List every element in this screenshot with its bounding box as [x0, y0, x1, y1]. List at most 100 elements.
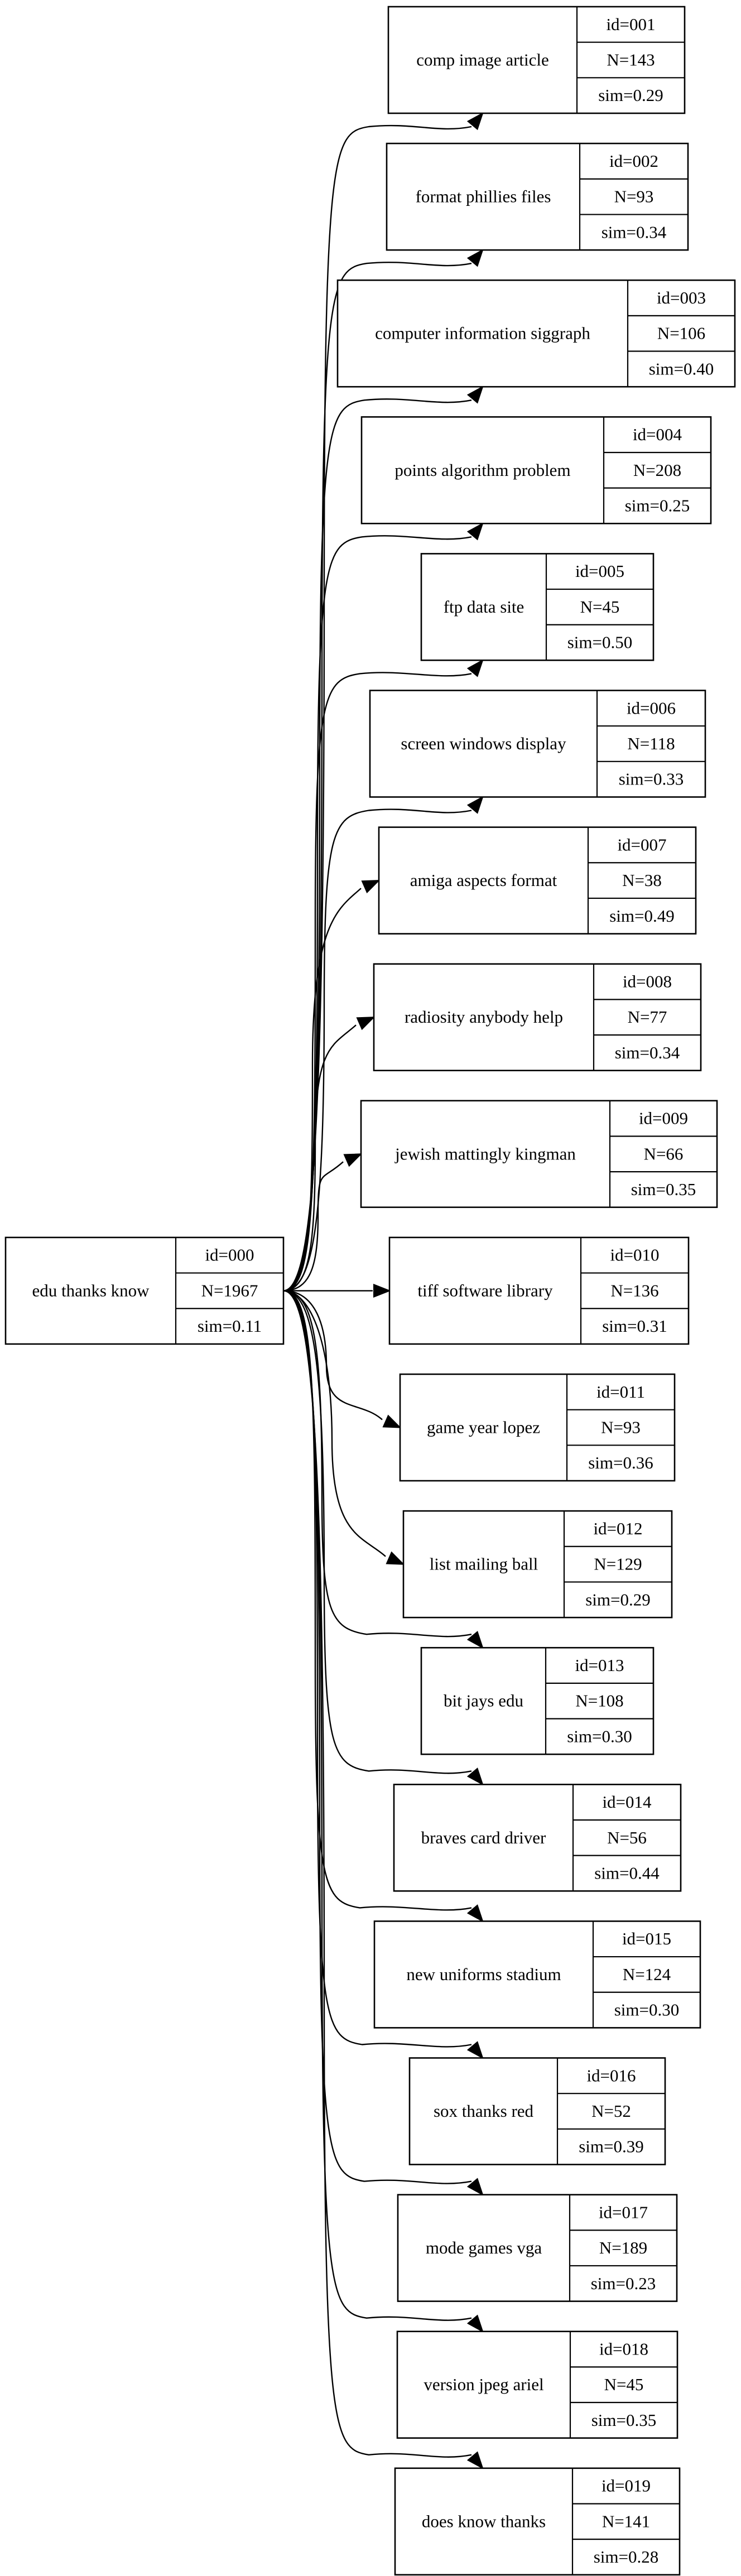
node-label: new uniforms stadium	[406, 1964, 561, 1984]
arrowhead	[361, 880, 381, 894]
node-similarity-field: sim=0.29	[585, 1590, 651, 1609]
node-id-field: id=017	[599, 2202, 648, 2222]
node-count-field: N=38	[622, 870, 662, 890]
node-similarity-field: sim=0.35	[591, 2410, 657, 2430]
node-label: points algorithm problem	[394, 460, 570, 480]
node-id-field: id=007	[617, 835, 666, 854]
node-count-field: N=56	[607, 1828, 647, 1847]
node-id-field: id=002	[609, 151, 658, 171]
node-count-field: N=189	[599, 2238, 647, 2257]
node-similarity-field: sim=0.39	[579, 2137, 644, 2156]
node-count-field: N=124	[623, 1964, 671, 1984]
node-similarity-field: sim=0.34	[615, 1043, 680, 1062]
node-id-field: id=004	[633, 425, 682, 444]
node-count-field: N=129	[594, 1554, 642, 1574]
child-node: screen windows display id=006 N=118 sim=0.3…	[369, 690, 706, 798]
node-similarity-field: sim=0.33	[619, 769, 684, 789]
node-id-field: id=019	[602, 2476, 651, 2496]
child-node: radiosity anybody help id=008 N=77 sim=0.34	[373, 963, 702, 1071]
node-id-field: id=013	[575, 1655, 624, 1675]
node-label: version jpeg ariel	[424, 2375, 543, 2394]
node-label: radiosity anybody help	[405, 1007, 563, 1027]
child-node: comp image article id=001 N=143 sim=0.29	[387, 6, 686, 114]
node-id-field: id=009	[639, 1109, 688, 1128]
node-label: mode games vga	[426, 2238, 542, 2257]
node-label: screen windows display	[401, 734, 566, 753]
child-node: amiga aspects format id=007 N=38 sim=0.49	[378, 826, 697, 935]
node-similarity-field: sim=0.34	[602, 222, 667, 242]
child-node: points algorithm problem id=004 N=208 sim=0…	[360, 416, 712, 524]
node-label: list mailing ball	[430, 1554, 538, 1574]
node-count-field: N=118	[627, 734, 675, 753]
node-label: computer information siggraph	[375, 324, 590, 343]
node-count-field: N=93	[614, 187, 654, 206]
arrowhead	[343, 1153, 363, 1167]
node-id-field: id=003	[657, 288, 706, 307]
node-count-field: N=45	[604, 2375, 644, 2394]
node-count-field: N=93	[601, 1418, 641, 1437]
node-similarity-field: sim=0.36	[588, 1453, 653, 1472]
node-label: edu thanks know	[32, 1280, 150, 1300]
node-count-field: N=208	[633, 460, 681, 480]
child-node: new uniforms stadium id=015 N=124 sim=0.30	[373, 1920, 701, 2029]
node-count-field: N=106	[657, 324, 705, 343]
child-node: format phillies files id=002 N=93 sim=0.34	[386, 142, 689, 251]
node-count-field: N=45	[580, 597, 620, 617]
node-similarity-field: sim=0.28	[594, 2547, 659, 2567]
child-node: does know thanks id=019 N=141 sim=0.28	[394, 2467, 681, 2576]
node-similarity-field: sim=0.30	[614, 2000, 680, 2020]
node-label: sox thanks red	[434, 2101, 534, 2121]
node-count-field: N=143	[607, 50, 655, 70]
node-similarity-field: sim=0.44	[594, 1863, 660, 1882]
edge	[283, 888, 362, 1292]
node-id-field: id=011	[596, 1382, 645, 1402]
node-id-field: id=018	[599, 2339, 648, 2359]
node-similarity-field: sim=0.35	[631, 1179, 696, 1199]
child-node: version jpeg ariel id=018 N=45 sim=0.35	[396, 2331, 679, 2439]
node-count-field: N=1967	[201, 1280, 258, 1300]
child-node: bit jays edu id=013 N=108 sim=0.30	[420, 1646, 655, 1755]
node-label: ftp data site	[444, 597, 525, 617]
node-similarity-field: sim=0.31	[602, 1316, 667, 1336]
node-id-field: id=001	[606, 15, 655, 34]
node-label: tiff software library	[417, 1280, 553, 1300]
node-label: game year lopez	[427, 1418, 540, 1437]
arrowhead	[386, 1551, 405, 1565]
node-label: comp image article	[416, 50, 549, 70]
node-count-field: N=108	[575, 1691, 623, 1711]
child-node: game year lopez id=011 N=93 sim=0.36	[399, 1373, 676, 1482]
node-label: amiga aspects format	[410, 870, 557, 890]
node-label: bit jays edu	[444, 1691, 523, 1711]
node-id-field: id=006	[627, 698, 676, 718]
node-id-field: id=005	[575, 561, 624, 581]
node-id-field: id=000	[205, 1245, 254, 1265]
node-label: format phillies files	[416, 187, 551, 206]
child-node: tiff software library id=010 N=136 sim=0.31	[388, 1236, 690, 1345]
node-count-field: N=77	[628, 1007, 667, 1027]
child-node: computer information siggraph id=003 N=106…	[336, 279, 736, 388]
node-id-field: id=014	[602, 1792, 652, 1812]
node-count-field: N=136	[610, 1280, 658, 1300]
node-label: does know thanks	[422, 2511, 546, 2531]
node-count-field: N=66	[644, 1144, 684, 1163]
node-id-field: id=016	[586, 2065, 636, 2085]
root-node: edu thanks know id=000 N=1967 sim=0.11	[4, 1236, 285, 1345]
node-similarity-field: sim=0.23	[591, 2274, 656, 2293]
node-label: jewish mattingly kingman	[394, 1144, 576, 1163]
node-label: braves card driver	[421, 1828, 546, 1847]
node-id-field: id=008	[623, 972, 672, 991]
node-similarity-field: sim=0.30	[567, 1726, 632, 1746]
child-node: ftp data site id=005 N=45 sim=0.50	[420, 553, 655, 661]
child-node: braves card driver id=014 N=56 sim=0.44	[393, 1784, 682, 1892]
arrowhead	[356, 1017, 376, 1031]
node-id-field: id=012	[593, 1519, 642, 1538]
node-id-field: id=015	[622, 1929, 671, 1948]
topic-tree-diagram: edu thanks know id=000 N=1967 sim=0.11 comp …	[4, 6, 736, 2576]
node-similarity-field: sim=0.40	[649, 359, 714, 378]
child-node: sox thanks red id=016 N=52 sim=0.39	[408, 2057, 666, 2165]
node-similarity-field: sim=0.25	[625, 495, 690, 515]
node-count-field: N=141	[602, 2511, 650, 2531]
arrowhead	[373, 1283, 391, 1298]
node-similarity-field: sim=0.29	[598, 85, 663, 105]
child-node: jewish mattingly kingman id=009 N=66 sim=0.…	[360, 1100, 718, 1208]
